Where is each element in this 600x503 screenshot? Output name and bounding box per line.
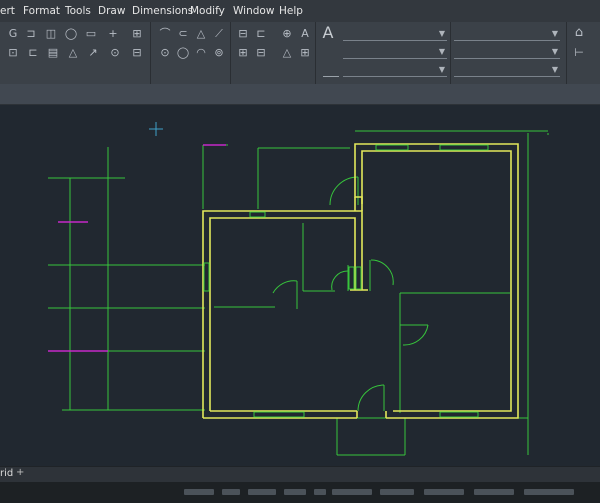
modify-panel: G ⊐ ◫ ◯ ▭ + ⊞ ⊡ ⊏ ▤ △ ↗ ⊙ ⊟ [0, 22, 151, 84]
menu-modify[interactable]: Modify [190, 5, 225, 17]
warning-icon[interactable]: △ [66, 46, 80, 60]
gradient-icon[interactable]: ⊚ [212, 46, 226, 60]
utility-panel: ⌂ ⊢ [566, 22, 600, 84]
polyline-icon[interactable]: ⌒ [158, 27, 172, 41]
status-otrack[interactable] [380, 489, 414, 495]
markup-icon[interactable]: ⊕ [280, 27, 294, 41]
properties-icon[interactable]: ⊞ [298, 46, 312, 60]
status-annotation[interactable] [524, 489, 574, 495]
table-icon[interactable]: ⊞ [130, 27, 144, 41]
status-osnap[interactable] [332, 489, 372, 495]
spline-icon[interactable]: ⟋ [212, 27, 226, 41]
add-tab-button[interactable]: + [16, 467, 24, 478]
menu-window[interactable]: Window [233, 5, 274, 17]
layer-dropdown[interactable]: ▼ [343, 28, 447, 41]
region-icon[interactable]: ⊏ [26, 46, 40, 60]
windows [203, 144, 489, 418]
move-icon[interactable]: + [106, 27, 120, 41]
chevron-down-icon: ▼ [438, 29, 445, 38]
construction-lines [48, 130, 549, 456]
ribbon-title-strip [0, 84, 600, 105]
align-icon[interactable]: ⊢ [572, 46, 586, 60]
line-icon[interactable]: ⊂ [176, 27, 190, 41]
trim-icon[interactable]: ◫ [44, 27, 58, 41]
measure-area-icon[interactable]: △ [280, 46, 294, 60]
linetype-dropdown[interactable]: ▼ [343, 64, 447, 77]
style-dropdown-2[interactable]: ▼ [454, 46, 560, 59]
status-model[interactable] [474, 489, 514, 495]
status-snap[interactable] [222, 489, 240, 495]
arrow-icon[interactable]: ↗ [86, 46, 100, 60]
menu-dimensions[interactable]: Dimensions [132, 5, 193, 17]
rectangle-icon[interactable]: ▭ [84, 27, 98, 41]
menu-draw[interactable]: Draw [98, 5, 125, 17]
text-icon[interactable]: A [298, 27, 312, 41]
menu-tools[interactable]: Tools [65, 5, 91, 17]
door-swings [272, 176, 429, 412]
crosshair-cursor [149, 122, 163, 136]
menu-help[interactable]: Help [279, 5, 303, 17]
status-lineweight[interactable] [424, 489, 464, 495]
style-panel: ▼ ▼ ▼ [450, 22, 567, 84]
chevron-down-icon: ▼ [551, 29, 558, 38]
block-icon[interactable]: ⊡ [6, 46, 20, 60]
chevron-down-icon: ▼ [438, 47, 445, 56]
menu-bar: ert Format Tools Draw Dimensions Modify … [0, 0, 600, 22]
multiline-icon[interactable]: ◠ [194, 46, 208, 60]
style-dropdown-3[interactable]: ▼ [454, 64, 560, 77]
draw-panel: ⌒ ⊂ △ ⟋ ⊙ ◯ ◠ ⊚ [150, 22, 231, 84]
point-icon[interactable]: ⊙ [158, 46, 172, 60]
status-bar [0, 482, 600, 503]
chevron-down-icon: ▼ [551, 65, 558, 74]
drawing-canvas[interactable] [0, 105, 600, 466]
insert-icon[interactable]: ⊙ [108, 46, 122, 60]
lineweight-swatch[interactable] [323, 64, 339, 77]
style-dropdown-1[interactable]: ▼ [454, 28, 560, 41]
hatch-fill-icon[interactable]: ⊟ [254, 46, 268, 60]
arc-icon[interactable]: G [6, 27, 20, 41]
status-ortho[interactable] [284, 489, 306, 495]
chevron-down-icon: ▼ [438, 65, 445, 74]
layout-tab-bar: rid + [0, 466, 600, 483]
dimension-icon[interactable]: ⊟ [236, 27, 250, 41]
properties-panel: A ▼ ▼ ▼ [315, 22, 451, 84]
triangle-icon[interactable]: △ [194, 27, 208, 41]
hatch-icon[interactable]: ▤ [46, 46, 60, 60]
status-coordinates [184, 489, 214, 495]
status-polar[interactable] [314, 489, 326, 495]
tab-model[interactable]: rid [0, 468, 13, 479]
menu-insert[interactable]: ert [0, 5, 15, 17]
copy-icon[interactable]: ⊐ [24, 27, 38, 41]
magenta-markers [48, 144, 226, 352]
color-dropdown[interactable]: ▼ [343, 46, 447, 59]
text-style-icon[interactable]: ⊏ [254, 27, 268, 41]
annotate-panel: ⊟ ⊏ ⊕ A ⊞ ⊟ △ ⊞ [230, 22, 316, 84]
status-grid[interactable] [248, 489, 276, 495]
chevron-down-icon: ▼ [551, 47, 558, 56]
floor-plan-drawing [48, 122, 549, 456]
ellipse-icon[interactable]: ◯ [176, 46, 190, 60]
measure-icon[interactable]: ⊟ [130, 46, 144, 60]
text-A-icon[interactable]: A [321, 25, 335, 41]
circle-icon[interactable]: ◯ [64, 27, 78, 41]
menu-format[interactable]: Format [23, 5, 60, 17]
ribbon-toolbar: G ⊐ ◫ ◯ ▭ + ⊞ ⊡ ⊏ ▤ △ ↗ ⊙ ⊟ ⌒ ⊂ △ ⟋ ⊙ ◯ … [0, 22, 600, 85]
lock-icon[interactable]: ⌂ [572, 26, 586, 40]
layer-icon[interactable]: ⊞ [236, 46, 250, 60]
